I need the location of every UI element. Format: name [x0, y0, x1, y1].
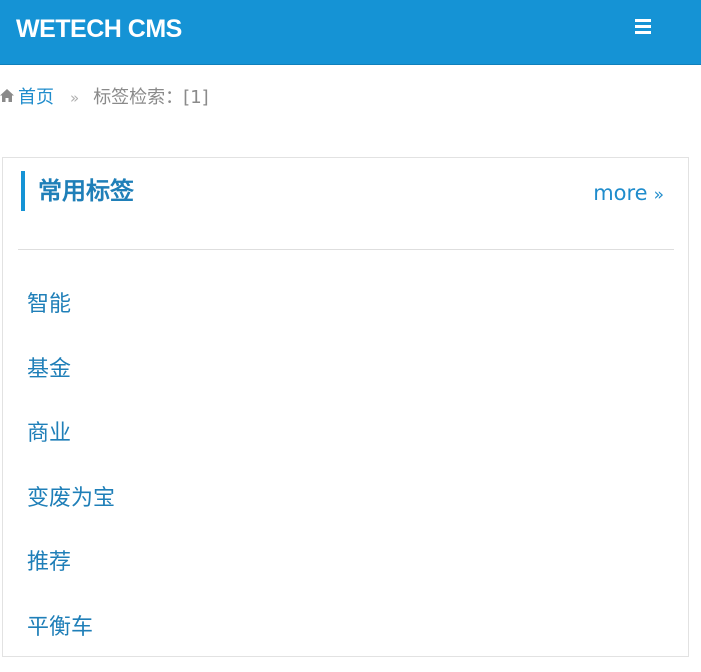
tag-list: 智能 基金 商业 变废为宝 推荐 平衡车 — [27, 285, 115, 672]
tag-link[interactable]: 基金 — [27, 357, 71, 382]
tag-link[interactable]: 推荐 — [27, 550, 71, 575]
hamburger-menu-icon[interactable] — [628, 14, 658, 40]
brand-logo[interactable]: WETECH CMS — [16, 14, 182, 44]
list-item: 推荐 — [27, 543, 115, 608]
top-navbar: WETECH CMS — [0, 0, 701, 65]
list-item: 平衡车 — [27, 608, 115, 672]
list-item: 智能 — [27, 285, 115, 350]
common-tags-panel: 常用标签 more » 智能 基金 商业 变废为宝 推荐 平衡车 — [2, 157, 689, 657]
list-item: 变废为宝 — [27, 479, 115, 544]
more-link[interactable]: more » — [593, 178, 664, 210]
menu-bar-line — [635, 19, 651, 22]
menu-bar-line — [635, 25, 651, 28]
menu-bar-line — [635, 31, 651, 34]
more-link-label: more — [593, 181, 647, 205]
tag-link[interactable]: 变废为宝 — [27, 486, 115, 511]
home-icon — [0, 85, 14, 109]
more-arrow-icon: » — [654, 185, 664, 205]
panel-divider — [18, 249, 674, 250]
list-item: 商业 — [27, 414, 115, 479]
breadcrumb: 首页 » 标签检索：[1] — [0, 86, 209, 110]
breadcrumb-home-link[interactable]: 首页 — [18, 87, 54, 108]
panel-title: 常用标签 — [21, 171, 134, 211]
tag-link[interactable]: 平衡车 — [27, 615, 93, 640]
tag-link[interactable]: 智能 — [27, 292, 71, 317]
breadcrumb-separator: » — [70, 89, 79, 107]
list-item: 基金 — [27, 350, 115, 415]
breadcrumb-current: 标签检索：[1] — [93, 87, 209, 108]
tag-link[interactable]: 商业 — [27, 421, 71, 446]
